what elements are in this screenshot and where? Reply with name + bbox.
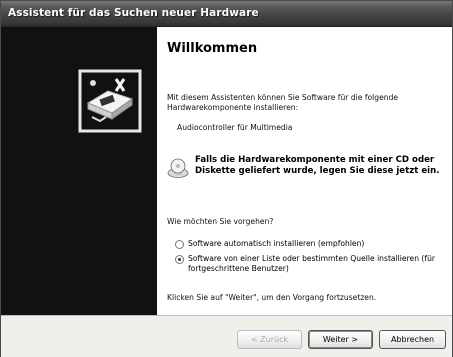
back-button[interactable]: < Zurück — [237, 330, 302, 349]
continue-hint: Klicken Sie auf "Weiter", um den Vorgang… — [167, 293, 377, 302]
option-automatic-label[interactable]: Software automatisch installieren (empfo… — [188, 239, 438, 249]
wizard-window: Assistent für das Suchen neuer Hardware … — [0, 0, 453, 357]
cancel-button[interactable]: Abbrechen — [379, 330, 446, 349]
option-manual-label[interactable]: Software von einer Liste oder bestimmten… — [188, 254, 438, 274]
hardware-wizard-icon — [78, 69, 142, 133]
cd-notice-text: Falls die Hardwarekomponente mit einer C… — [195, 155, 440, 176]
intro-text: Mit diesem Assistenten können Sie Softwa… — [167, 93, 399, 112]
cd-icon — [167, 158, 189, 178]
button-bar: < Zurück Weiter > Abbrechen — [1, 315, 452, 357]
wizard-side-panel — [1, 27, 157, 315]
next-button[interactable]: Weiter > — [308, 330, 373, 349]
radio-manual[interactable] — [175, 255, 184, 264]
window-title: Assistent für das Suchen neuer Hardware — [8, 7, 259, 19]
title-bar[interactable]: Assistent für das Suchen neuer Hardware — [1, 1, 452, 27]
device-name: Audiocontroller für Multimedia — [177, 123, 293, 132]
radio-automatic[interactable] — [175, 240, 184, 249]
page-title: Willkommen — [167, 41, 258, 56]
wizard-content: Willkommen Mit diesem Assistenten können… — [157, 27, 452, 315]
cd-notice: Falls die Hardwarekomponente mit einer C… — [167, 155, 447, 195]
question-text: Wie möchten Sie vorgehen? — [167, 217, 274, 226]
